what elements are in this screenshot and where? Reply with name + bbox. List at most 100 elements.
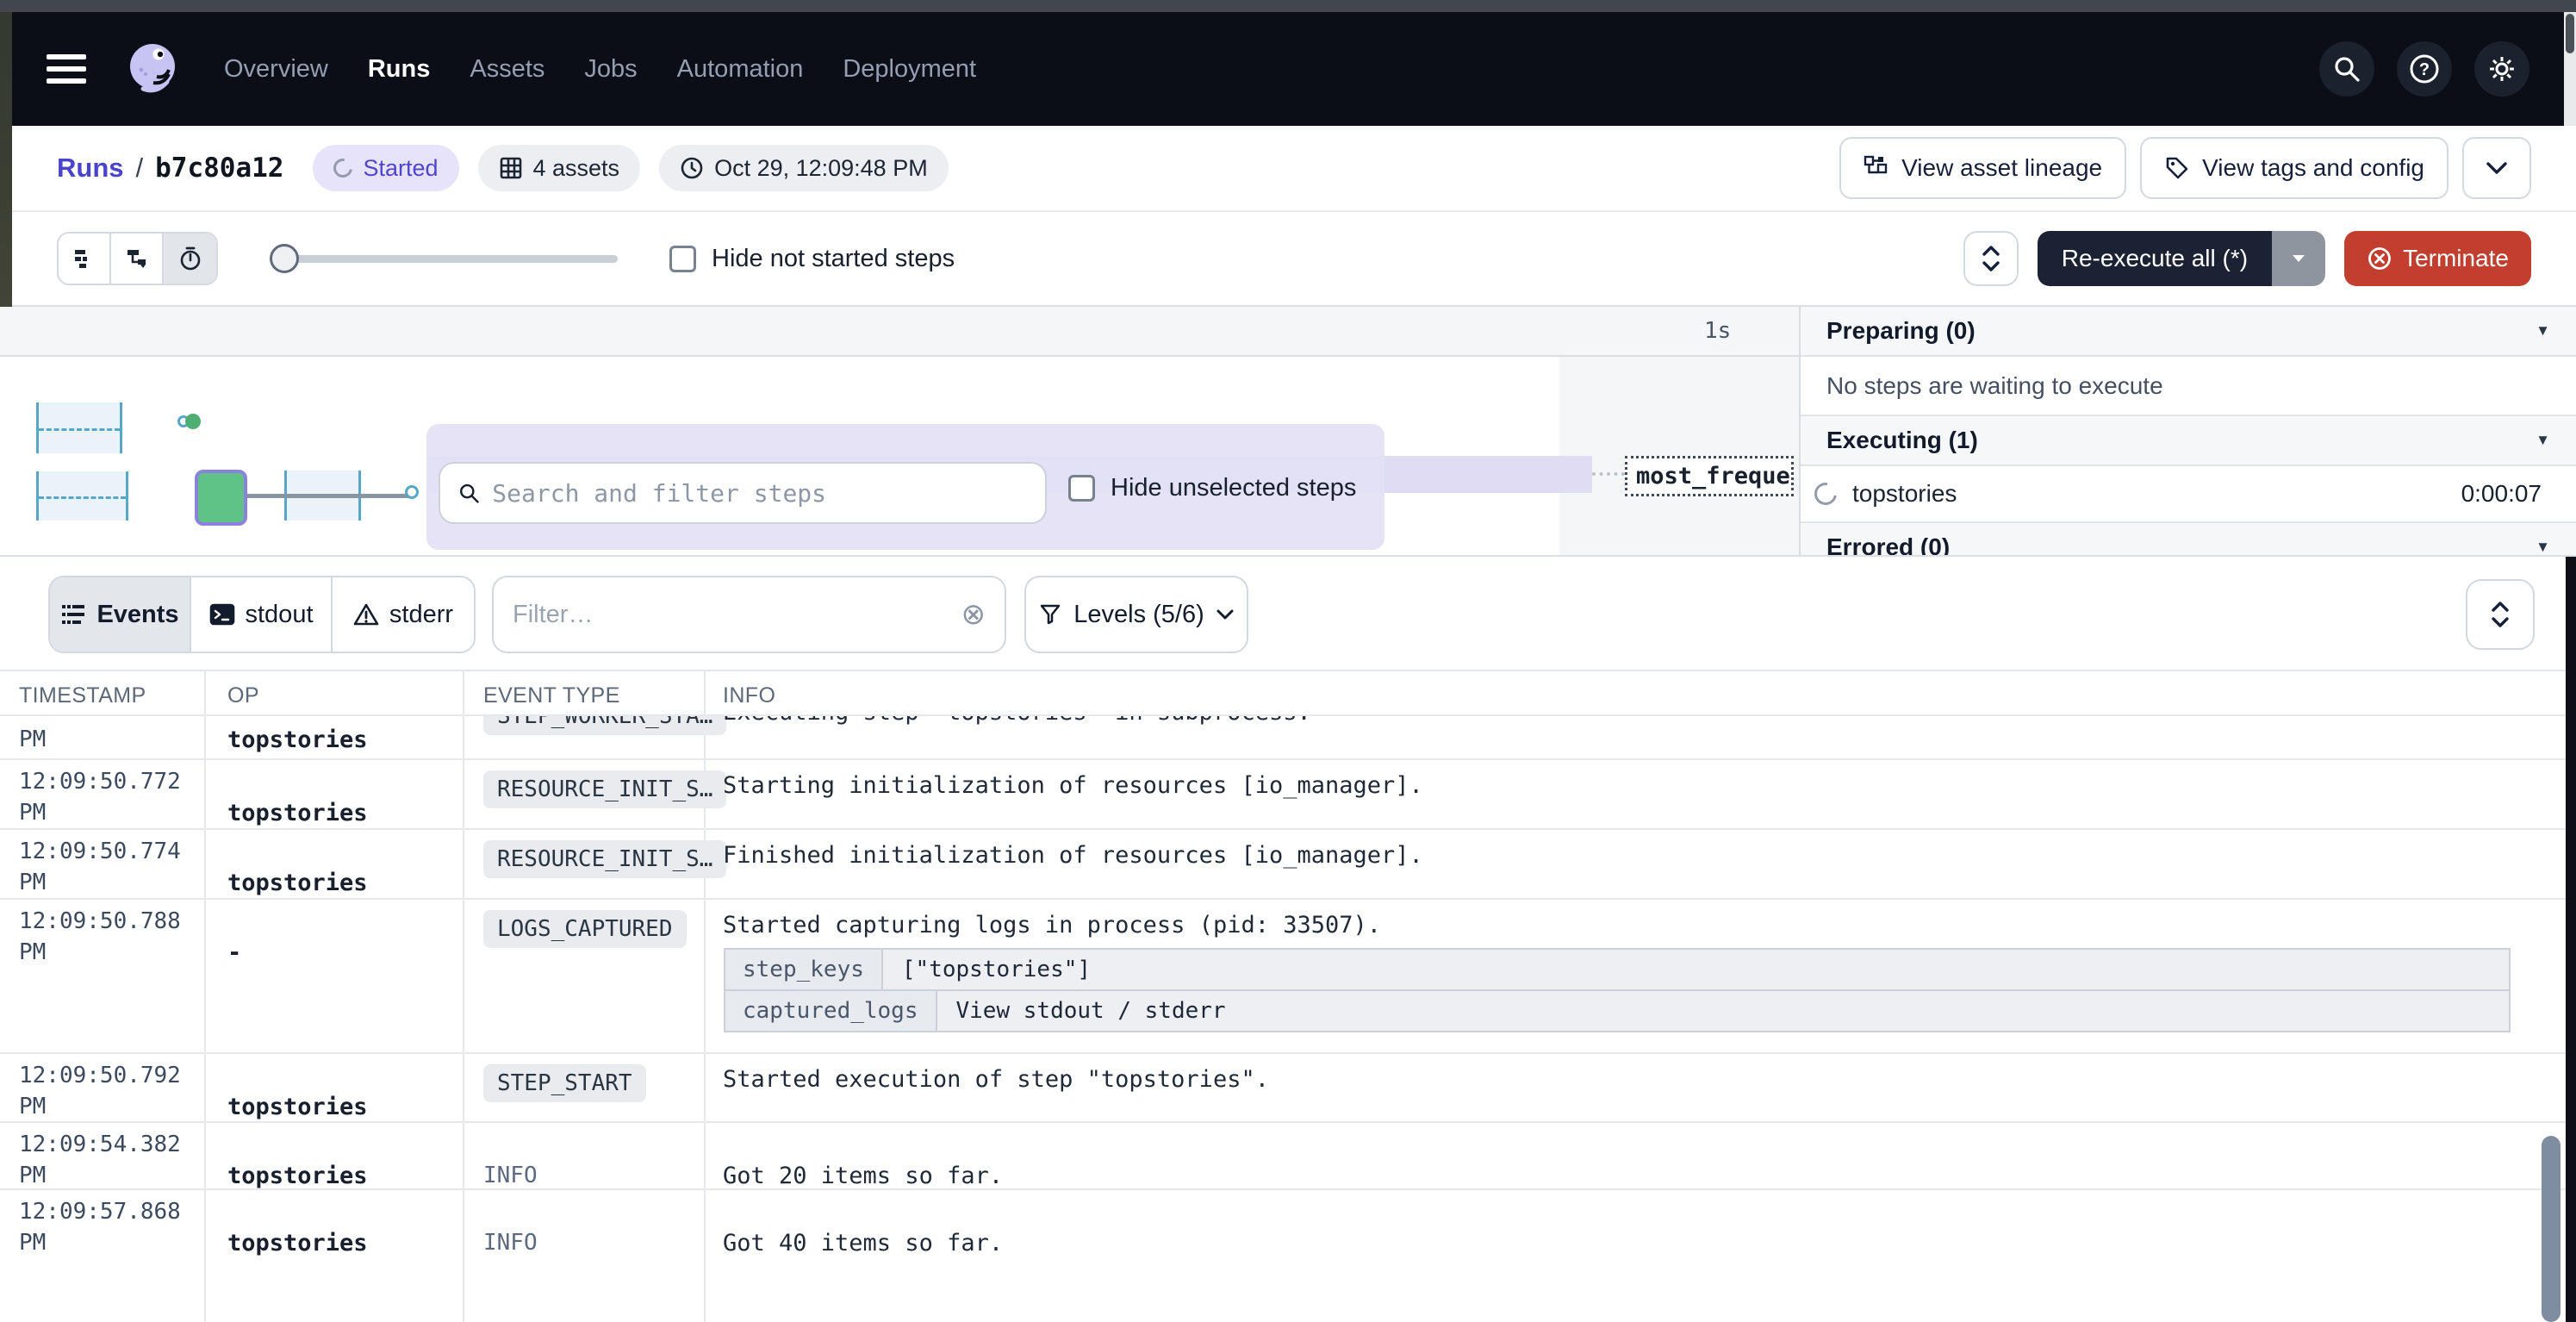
log-timestamp-meridiem: PM (19, 870, 46, 895)
logs-tab-group: Events stdout stderr (48, 576, 476, 653)
tab-stdout[interactable]: stdout (191, 577, 333, 652)
table-row[interactable]: 12:09:50.774PMtopstoriesRESOURCE_INIT_S…… (0, 830, 2576, 900)
gear-icon (2485, 52, 2519, 86)
more-actions-button[interactable] (2462, 137, 2531, 199)
reexecute-all-button[interactable]: Re-execute all (*) (2038, 231, 2272, 286)
nav-item-assets[interactable]: Assets (470, 55, 544, 84)
view-tags-config-button[interactable]: View tags and config (2140, 137, 2448, 199)
hide-not-started-checkbox[interactable] (669, 246, 696, 272)
logs-scrollbar-thumb[interactable] (2542, 1136, 2560, 1322)
view-asset-lineage-button[interactable]: View asset lineage (1839, 137, 2126, 199)
chevron-down-icon (2486, 161, 2508, 175)
preparing-section-header[interactable]: Preparing (0) ▼ (1801, 307, 2576, 357)
log-op-name[interactable]: topstories (227, 870, 368, 896)
status-badge[interactable]: Started (313, 145, 458, 191)
gantt-connector-circle (405, 485, 419, 499)
terminate-button[interactable]: Terminate (2344, 231, 2531, 286)
executing-section-header[interactable]: Executing (1) ▼ (1801, 416, 2576, 466)
slider-knob[interactable] (270, 244, 299, 273)
tab-stderr[interactable]: stderr (333, 577, 474, 652)
log-timestamp-meridiem: PM (19, 1163, 46, 1188)
metadata-value[interactable]: View stdout / stderr (937, 991, 2510, 1031)
hide-unselected-checkbox[interactable] (1068, 475, 1095, 502)
assets-badge[interactable]: 4 assets (478, 145, 641, 191)
log-timestamp-meridiem: PM (19, 726, 46, 752)
nav-item-jobs[interactable]: Jobs (584, 55, 637, 84)
gantt-step-not-started[interactable] (36, 471, 128, 521)
log-op-name[interactable]: topstories (227, 1230, 368, 1257)
caret-down-icon: ▼ (2536, 539, 2550, 556)
log-timestamp-meridiem: PM (19, 1230, 46, 1256)
column-header-op[interactable]: OP (206, 671, 464, 714)
view-timing-button[interactable] (164, 234, 216, 284)
log-message: Starting initialization of resources [io… (723, 772, 1423, 799)
breadcrumb-divider: / (136, 153, 144, 184)
table-row[interactable]: 12:09:54.382PMtopstoriesINFOGot 20 items… (0, 1123, 2576, 1190)
nav-item-runs[interactable]: Runs (368, 55, 431, 84)
step-search-box (439, 462, 1047, 524)
nav-item-deployment[interactable]: Deployment (843, 55, 976, 84)
levels-filter-button[interactable]: Levels (5/6) (1024, 576, 1248, 653)
waterfall-gantt-icon (124, 246, 150, 271)
flat-gantt-icon (72, 246, 97, 271)
log-filter-input[interactable] (513, 601, 961, 629)
table-row[interactable]: 12:09:50.792PMtopstoriesSTEP_STARTStarte… (0, 1054, 2576, 1123)
preparing-empty-message: No steps are waiting to execute (1801, 357, 2576, 416)
dagster-logo-icon[interactable] (122, 39, 183, 99)
metadata-value[interactable]: ["topstories"] (883, 950, 2509, 989)
hide-unselected-label: Hide unselected steps (1111, 474, 1356, 502)
table-row[interactable]: 12:09:50.7PMtopstoriesSTEP_WORKER_STA…Ex… (0, 716, 2576, 760)
scrollbar-thumb[interactable] (2566, 14, 2574, 53)
run-header: Runs / b7c80a12 Started 4 assets Oct 29,… (12, 126, 2576, 212)
metadata-key: captured_logs (725, 991, 937, 1031)
gantt-zoom-slider[interactable] (270, 243, 618, 274)
settings-button[interactable] (2474, 41, 2529, 97)
run-id: b7c80a12 (155, 153, 283, 184)
menu-icon[interactable] (47, 54, 86, 84)
logs-toolbar: Events stdout stderr (0, 557, 2576, 671)
table-row[interactable]: 12:09:57.868PMtopstoriesINFOGot 40 items… (0, 1190, 2576, 1322)
clock-icon (680, 156, 704, 180)
expand-panel-button[interactable] (1963, 231, 2019, 286)
step-search-input[interactable] (492, 479, 1028, 508)
nav-item-automation[interactable]: Automation (677, 55, 804, 84)
reexecute-split-button: Re-execute all (*) (2038, 231, 2325, 286)
table-row[interactable]: 12:09:50.788PM-LOGS_CAPTUREDStarted capt… (0, 900, 2576, 1054)
gantt-step-not-started[interactable] (36, 402, 122, 453)
help-icon: ? (2408, 53, 2441, 85)
view-flat-button[interactable] (59, 234, 111, 284)
log-op-name[interactable]: topstories (227, 1094, 368, 1120)
reexecute-dropdown-button[interactable] (2272, 231, 2325, 286)
executing-step-row[interactable]: topstories 0:00:07 (1801, 466, 2576, 523)
tab-events[interactable]: Events (50, 577, 191, 652)
lineage-icon (1864, 155, 1889, 181)
log-message: Started capturing logs in process (pid: … (723, 912, 1381, 938)
column-header-event-type[interactable]: EVENT TYPE (464, 671, 706, 714)
log-message: Got 40 items so far. (723, 1230, 1003, 1257)
gantt-step-dot-succeeded[interactable] (185, 414, 201, 429)
errored-section-header[interactable]: Errored (0) ▼ (1801, 523, 2576, 557)
column-header-timestamp[interactable]: TIMESTAMP (0, 671, 206, 714)
view-waterfall-button[interactable] (111, 234, 164, 284)
search-button[interactable] (2319, 41, 2374, 97)
dagster-run-page: Overview Runs Assets Jobs Automation Deployme… (0, 0, 2576, 1322)
log-op-name[interactable]: - (227, 939, 241, 966)
log-op-name[interactable]: topstories (227, 1163, 368, 1189)
help-button[interactable]: ? (2397, 41, 2452, 97)
gantt-step-running-selected[interactable] (195, 470, 247, 526)
nav-item-overview[interactable]: Overview (224, 55, 328, 84)
search-icon (457, 481, 480, 505)
clear-filter-icon[interactable]: ⊗ (961, 597, 986, 632)
log-event-type-badge: STEP_START (483, 1064, 646, 1102)
svg-text:?: ? (2419, 60, 2430, 79)
log-op-name[interactable]: topstories (227, 800, 368, 826)
logs-scrollbar-track[interactable] (2566, 557, 2576, 1322)
log-op-name[interactable]: topstories (227, 726, 368, 753)
breadcrumb-runs-link[interactable]: Runs (57, 153, 124, 184)
gantt-step-label[interactable]: most_frequent_ (1625, 456, 1794, 496)
event-metadata-table: step_keys["topstories"]captured_logsView… (724, 948, 2511, 1032)
expand-logs-button[interactable] (2466, 579, 2535, 650)
table-row[interactable]: 12:09:50.772PMtopstoriesRESOURCE_INIT_S…… (0, 760, 2576, 830)
log-message: Started execution of step "topstories". (723, 1066, 1269, 1093)
log-timestamp-meridiem: PM (19, 939, 46, 965)
